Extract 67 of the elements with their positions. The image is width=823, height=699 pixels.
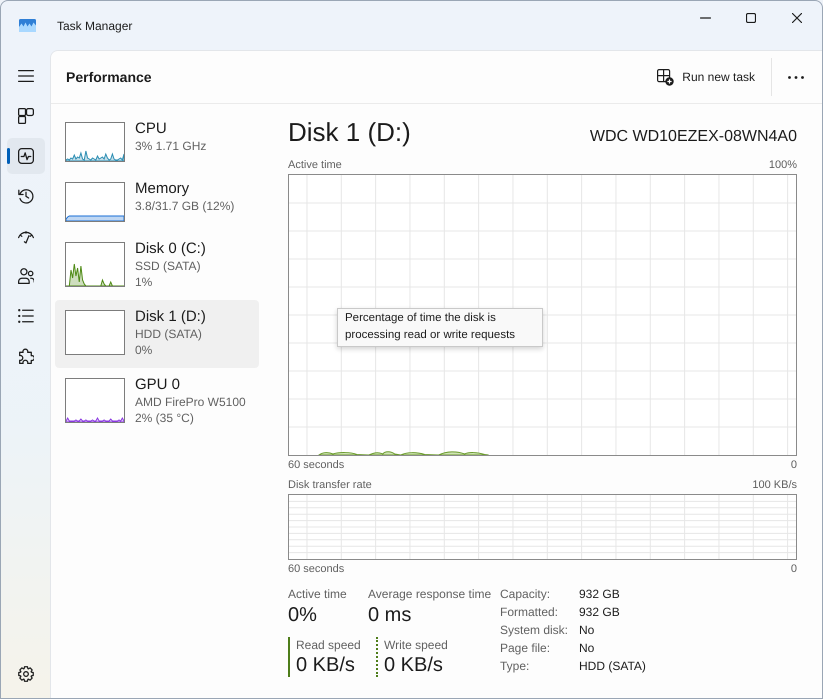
puzzle-icon — [18, 348, 34, 364]
device-item[interactable]: GPU 0 AMD FirePro W5100 2% (35 °C) — [55, 368, 259, 436]
device-item[interactable]: CPU 3% 1.71 GHz — [55, 112, 259, 172]
device-name: Disk 1 (D:) — [135, 308, 206, 326]
property-label: Type: — [500, 658, 530, 675]
page-title: Performance — [66, 68, 152, 86]
property-value: 932 GB — [579, 604, 620, 621]
stat-value: 0 KB/s — [384, 653, 444, 677]
device-name: CPU — [135, 120, 168, 138]
window-title: Task Manager — [57, 18, 132, 34]
stat-label: Write speed — [384, 637, 448, 653]
device-detail: 3.8/31.7 GB (12%) — [135, 198, 234, 214]
close-icon — [792, 12, 802, 22]
stat-value: 0 KB/s — [296, 653, 356, 677]
pulse-icon — [18, 148, 34, 164]
device-detail: 1% — [135, 274, 154, 290]
settings-icon — [18, 666, 34, 682]
axis-label: 60 seconds — [288, 458, 344, 472]
stat-label: Active time — [288, 586, 348, 602]
property-label: Capacity: — [500, 586, 552, 603]
device-detail: AMD FirePro W5100 — [135, 394, 246, 410]
graph-thumbnail — [65, 310, 125, 355]
chart-label: Active time — [288, 158, 342, 172]
run-new-task-button[interactable]: Run new task — [647, 62, 765, 92]
axis-label: 0 — [790, 458, 797, 472]
history-icon — [18, 188, 34, 204]
device-detail: SSD (SATA) — [135, 258, 202, 274]
tooltip: Percentage of time the disk is processing read or write requests — [337, 308, 543, 347]
stat-value: 0% — [288, 603, 318, 628]
gauge-icon — [18, 228, 34, 244]
more-icon — [788, 76, 804, 78]
grid-icon — [18, 108, 34, 124]
device-detail: HDD (SATA) — [135, 326, 203, 342]
device-item[interactable]: Disk 0 (C:) SSD (SATA) 1% — [55, 232, 259, 300]
property-value: No — [579, 622, 594, 639]
app-icon — [19, 19, 36, 32]
device-detail: 0% — [135, 342, 154, 358]
device-name: GPU 0 — [135, 376, 182, 394]
property-value: HDD (SATA) — [579, 658, 646, 675]
stat-label: Read speed — [296, 637, 362, 653]
device-name: Memory — [135, 180, 190, 198]
property-label: Formatted: — [500, 604, 560, 621]
chart-max-label: 100% — [768, 158, 797, 172]
maximize-icon — [746, 12, 756, 22]
property-value: No — [579, 640, 594, 657]
menu-icon — [18, 70, 34, 82]
chart-max-label: 100 KB/s — [752, 478, 797, 492]
chart-label: Disk transfer rate — [288, 478, 372, 492]
axis-label: 60 seconds — [288, 562, 344, 576]
axis-label: 0 — [790, 562, 797, 576]
device-detail: 3% 1.71 GHz — [135, 138, 206, 154]
disk-title: Disk 1 (D:) — [288, 116, 411, 149]
nav-button[interactable] — [6, 138, 44, 174]
stat-value: 0 ms — [368, 603, 412, 628]
device-detail: 2% (35 °C) — [135, 410, 195, 426]
device-item[interactable]: Memory 3.8/31.7 GB (12%) — [55, 172, 259, 232]
property-value: 932 GB — [579, 586, 620, 603]
list-icon — [18, 308, 34, 324]
property-label: System disk: — [500, 622, 570, 639]
device-name: Disk 0 (C:) — [135, 240, 206, 258]
stat-label: Average response time — [368, 586, 492, 602]
disk-model: WDC WD10EZEX-08WN4A0 — [590, 127, 797, 147]
property-label: Page file: — [500, 640, 552, 657]
people-icon — [18, 268, 34, 284]
window-plus-icon — [657, 68, 674, 86]
minimize-icon — [700, 16, 710, 18]
device-item[interactable]: Disk 1 (D:) HDD (SATA) 0% — [55, 300, 259, 368]
